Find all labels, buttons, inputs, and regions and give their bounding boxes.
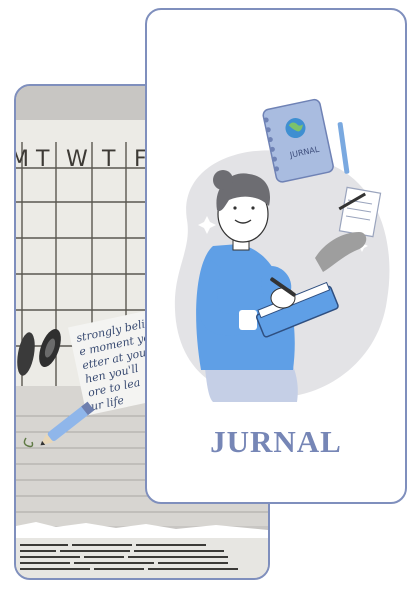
cover-title: JURNAL: [210, 424, 342, 459]
pen-icon: [337, 122, 350, 174]
calendar-weekday: M: [16, 147, 29, 172]
jurnal-cover-card: JURNAL JURNAL: [145, 8, 407, 504]
calendar-weekday: T: [35, 147, 50, 172]
calendar-weekday: T: [101, 147, 116, 172]
calendar-weekday: W: [66, 147, 88, 172]
